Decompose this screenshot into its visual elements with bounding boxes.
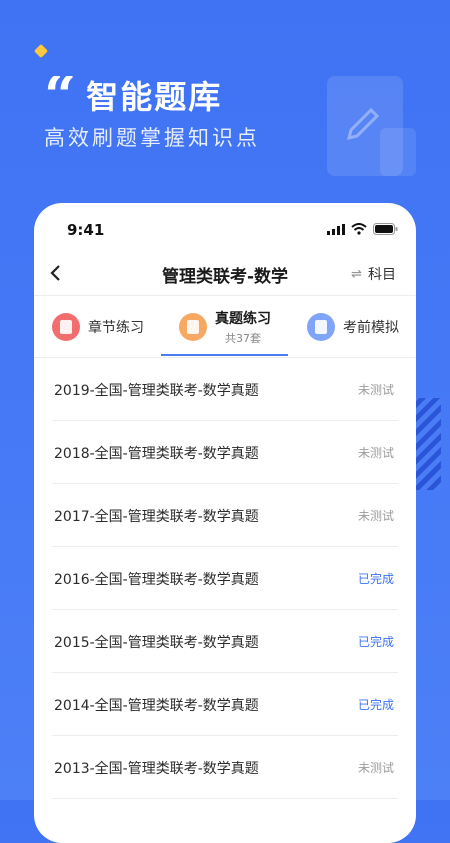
tab-label: 真题练习 <box>215 311 271 327</box>
paper-title: 2014-全国-管理类联考-数学真题 <box>54 698 259 714</box>
status-badge: 已完成 <box>357 698 394 712</box>
list-item[interactable]: 2018-全国-管理类联考-数学真题 未测试 <box>52 421 398 484</box>
document-decoration-small <box>380 128 416 176</box>
hero-subtitle: 高效刷题掌握知识点 <box>44 126 260 150</box>
active-tab-indicator <box>161 354 288 356</box>
list-item[interactable]: 2019-全国-管理类联考-数学真题 未测试 <box>52 358 398 421</box>
paper-list: 2019-全国-管理类联考-数学真题 未测试 2018-全国-管理类联考-数学真… <box>34 358 416 799</box>
tab-past-papers[interactable]: 真题练习 共37套 <box>179 297 271 357</box>
status-badge: 已完成 <box>357 635 394 649</box>
list-item[interactable]: 2014-全国-管理类联考-数学真题 已完成 <box>52 673 398 736</box>
wifi-icon <box>351 223 367 235</box>
status-badge: 未测试 <box>357 761 394 775</box>
hero-title-row: “ 智能题库 <box>44 72 222 118</box>
tab-count: 共37套 <box>225 332 261 345</box>
status-badge: 已完成 <box>357 572 394 586</box>
nav-bar: 管理类联考-数学 ⇌ 科目 <box>34 253 416 295</box>
divider <box>34 295 416 296</box>
tab-label: 考前模拟 <box>343 320 399 336</box>
battery-icon <box>373 223 398 235</box>
signal-icon <box>327 223 345 235</box>
tab-bar: 章节练习 真题练习 共37套 考前模拟 <box>34 297 416 357</box>
status-badge: 未测试 <box>357 446 394 460</box>
swap-icon: ⇌ <box>351 266 362 282</box>
chapter-icon <box>52 313 80 341</box>
list-item[interactable]: 2016-全国-管理类联考-数学真题 已完成 <box>52 547 398 610</box>
list-item[interactable]: 2013-全国-管理类联考-数学真题 未测试 <box>52 736 398 799</box>
paper-title: 2018-全国-管理类联考-数学真题 <box>54 446 259 462</box>
list-item[interactable]: 2015-全国-管理类联考-数学真题 已完成 <box>52 610 398 673</box>
phone-screen: 9:41 管理类联考-数学 ⇌ 科目 章节练习 真题练习 共37套 考前模拟 2… <box>34 203 416 843</box>
status-badge: 未测试 <box>357 509 394 523</box>
status-icons <box>327 223 398 235</box>
quote-icon: “ <box>44 76 77 114</box>
status-bar: 9:41 <box>34 203 416 253</box>
tab-chapter-practice[interactable]: 章节练习 <box>52 297 144 357</box>
status-time: 9:41 <box>67 221 105 239</box>
subject-label: 科目 <box>368 267 396 283</box>
subject-switch-button[interactable]: ⇌ 科目 <box>351 264 396 284</box>
tab-mock-exam[interactable]: 考前模拟 <box>307 297 399 357</box>
paper-title: 2015-全国-管理类联考-数学真题 <box>54 635 259 651</box>
paper-icon <box>179 313 207 341</box>
mock-icon <box>307 313 335 341</box>
list-item[interactable]: 2017-全国-管理类联考-数学真题 未测试 <box>52 484 398 547</box>
paper-title: 2019-全国-管理类联考-数学真题 <box>54 383 259 399</box>
tab-label: 章节练习 <box>88 320 144 336</box>
paper-title: 2013-全国-管理类联考-数学真题 <box>54 761 259 777</box>
paper-title: 2017-全国-管理类联考-数学真题 <box>54 509 259 525</box>
hero-title: 智能题库 <box>86 78 223 116</box>
accent-diamond <box>33 43 49 59</box>
paper-title: 2016-全国-管理类联考-数学真题 <box>54 572 259 588</box>
status-badge: 未测试 <box>357 383 394 397</box>
